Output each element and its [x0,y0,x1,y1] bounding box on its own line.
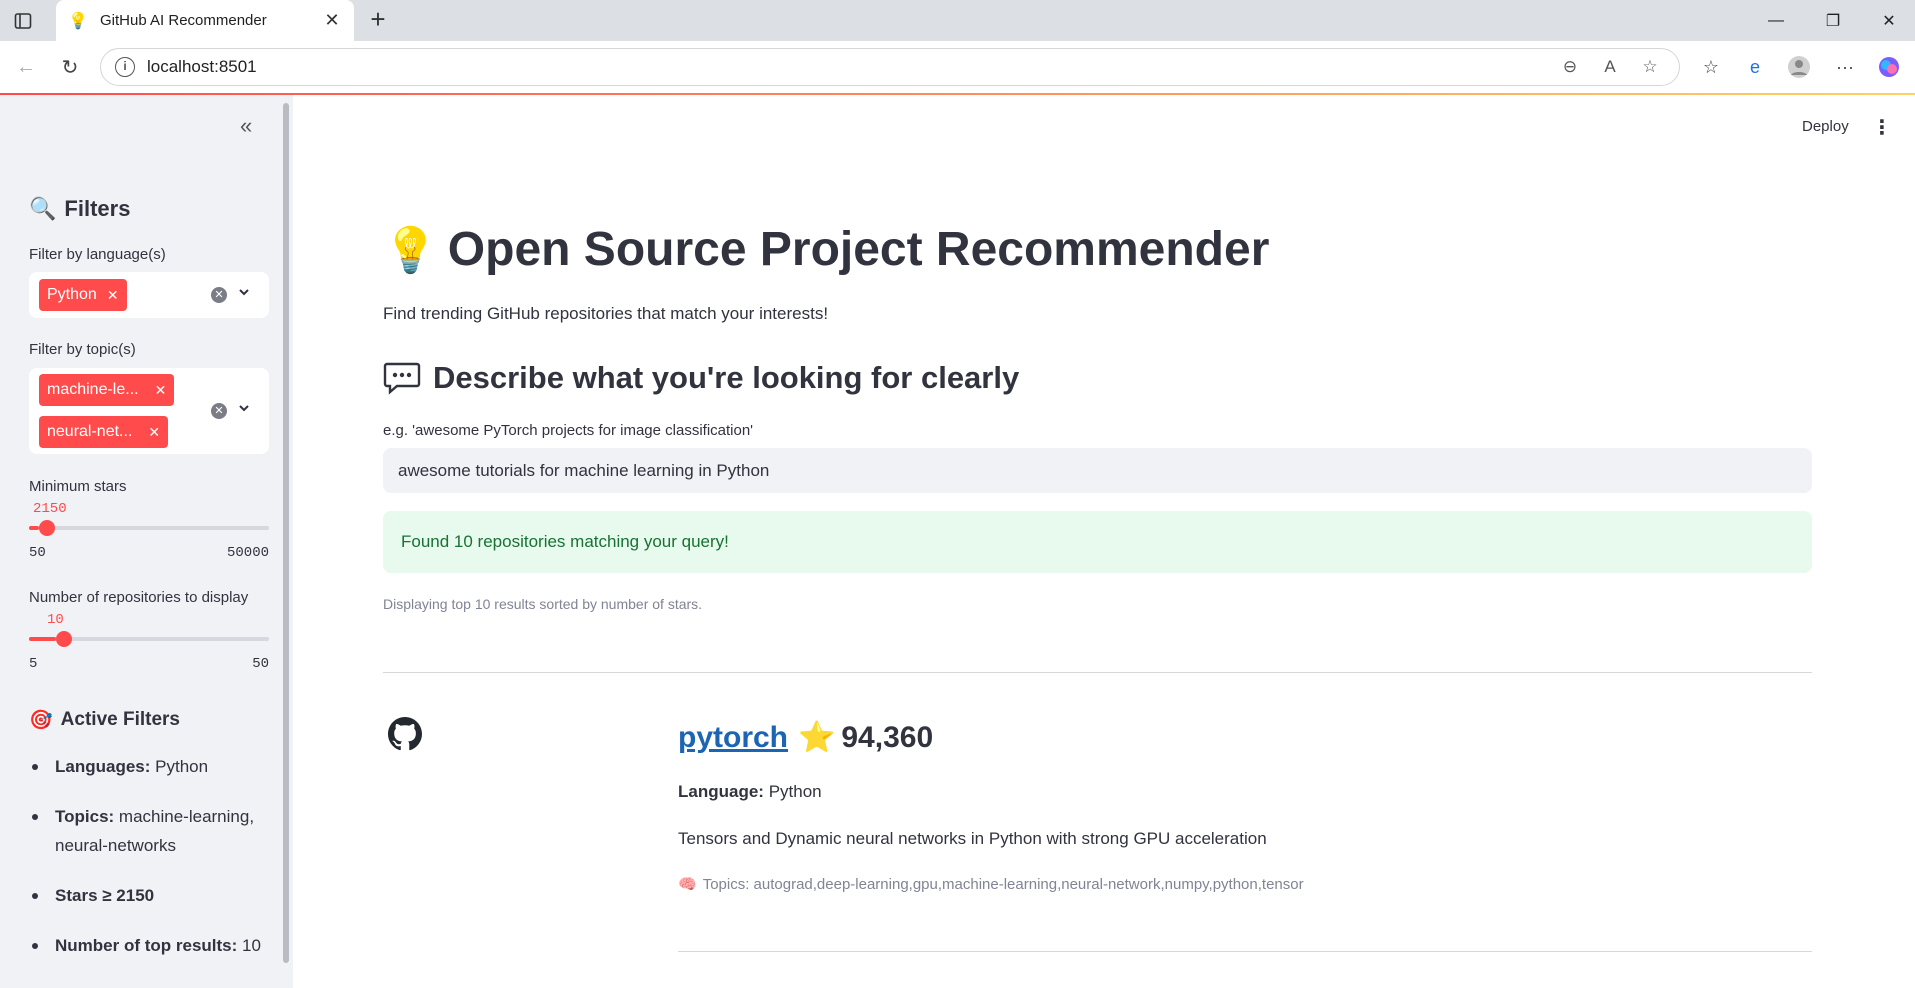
filters-heading: 🔍 Filters [29,196,131,221]
collapse-sidebar-icon[interactable]: « [240,113,252,139]
range-min: 50 [29,545,46,561]
topic-chip[interactable]: machine-le... ✕ [39,374,175,406]
read-aloud-icon[interactable]: A [1595,57,1625,77]
more-menu-icon[interactable]: ··· [1830,53,1860,81]
active-filter-topics: Topics: machine-learning, neural-network… [29,802,274,860]
maximize-icon[interactable]: ❐ [1810,0,1856,41]
github-icon [388,717,422,751]
active-filter-top-results: Number of top results: 10 [29,931,274,960]
sidebar-toggle-icon[interactable] [12,10,34,32]
url-text: localhost:8501 [147,57,257,76]
min-stars-value: 2150 [33,501,67,517]
num-repos-range: 5 50 [29,656,269,672]
remove-chip-icon[interactable]: ✕ [155,374,167,406]
num-repos-slider[interactable] [29,631,269,647]
min-stars-slider[interactable] [29,520,269,536]
active-filters-heading: 🎯 Active Filters [29,709,180,731]
clear-all-icon[interactable]: ✕ [211,403,227,419]
favorites-icon[interactable]: ☆ [1696,53,1726,81]
copilot-icon[interactable] [1874,53,1904,81]
page-subtitle: Find trending GitHub repositories that m… [383,304,829,323]
results-caption: Displaying top 10 results sorted by numb… [383,596,703,612]
page-title: 💡 Open Source Project Recommender [383,223,1270,276]
deploy-button[interactable]: Deploy [1802,118,1849,135]
divider [678,951,1812,952]
num-repos-label: Number of repositories to display [29,589,249,606]
success-message: Found 10 repositories matching your quer… [401,532,729,551]
divider [383,672,1812,673]
language-chip[interactable]: Python ✕ [39,279,127,311]
new-tab-button[interactable]: + [364,6,392,34]
remove-chip-icon[interactable]: ✕ [148,416,160,448]
browser-tab[interactable]: 💡 GitHub AI Recommender ✕ [56,0,354,41]
repo-stars: 94,360 [841,720,934,754]
topic-filter-label: Filter by topic(s) [29,341,136,358]
browser-tab-bar: 💡 GitHub AI Recommender ✕ + — ❐ ✕ [0,0,1915,41]
active-filter-stars: Stars ≥ 2150 [29,881,274,910]
close-tab-icon[interactable]: ✕ [322,10,342,31]
slider-handle[interactable] [55,631,72,647]
address-bar[interactable]: i localhost:8501 ⊖ A ☆ [100,48,1680,86]
range-max: 50 [252,656,269,672]
browser-toolbar: ← ↻ i localhost:8501 ⊖ A ☆ ☆ e ··· [0,41,1915,93]
section-heading: Describe what you're looking for clearly [383,360,1019,396]
profile-avatar-icon[interactable] [1784,53,1814,81]
min-stars-label: Minimum stars [29,478,127,495]
remove-chip-icon[interactable]: ✕ [107,279,119,311]
range-min: 5 [29,656,38,672]
chevron-down-icon[interactable] [237,401,253,417]
slider-fill [29,526,40,530]
magnifier-icon: 🔍 [29,196,57,221]
range-max: 50000 [226,545,269,561]
slider-handle[interactable] [39,520,56,536]
sidebar-scrollbar[interactable] [283,103,289,963]
speech-bubble-icon [383,361,421,395]
tab-title: GitHub AI Recommender [100,12,267,29]
lightbulb-icon: 💡 [68,12,88,30]
favorite-star-icon[interactable]: ☆ [1635,57,1665,77]
main-menu-icon[interactable]: ⋮ [1872,115,1892,140]
reload-icon[interactable]: ↻ [56,53,84,81]
min-stars-range: 50 50000 [29,545,269,561]
star-icon: ⭐ [798,721,836,754]
active-filters-list: Languages: Python Topics: machine-learni… [29,752,274,981]
success-alert: Found 10 repositories matching your quer… [383,511,1812,573]
num-repos-value: 10 [47,612,64,628]
language-multiselect[interactable]: Python ✕ ✕ [29,272,269,318]
close-window-icon[interactable]: ✕ [1866,0,1912,41]
active-filter-languages: Languages: Python [29,752,274,781]
zoom-icon[interactable]: ⊖ [1555,57,1585,77]
minimize-icon[interactable]: — [1753,0,1799,41]
topic-chip[interactable]: neural-net... ✕ [39,416,169,448]
target-icon: 🎯 [29,710,53,731]
chevron-down-icon[interactable] [237,285,253,301]
edge-icon[interactable]: e [1740,53,1770,81]
repo-title: pytorch ⭐ 94,360 [678,720,933,755]
query-input[interactable] [383,448,1812,493]
topic-multiselect[interactable]: machine-le... ✕ neural-net... ✕ ✕ [29,368,269,454]
slider-fill [29,637,56,641]
repo-link[interactable]: pytorch [678,721,788,755]
back-icon[interactable]: ← [12,53,40,81]
site-info-icon[interactable]: i [115,57,135,77]
language-filter-label: Filter by language(s) [29,246,166,263]
repo-topics: 🧠 Topics: autograd,deep-learning,gpu,mac… [678,875,1304,894]
clear-all-icon[interactable]: ✕ [211,287,227,303]
brain-icon: 🧠 [678,876,697,893]
repo-language: Language: Python [678,782,822,801]
query-input-label: e.g. 'awesome PyTorch projects for image… [383,422,754,439]
repo-description: Tensors and Dynamic neural networks in P… [678,829,1267,848]
lightbulb-icon: 💡 [383,225,438,275]
